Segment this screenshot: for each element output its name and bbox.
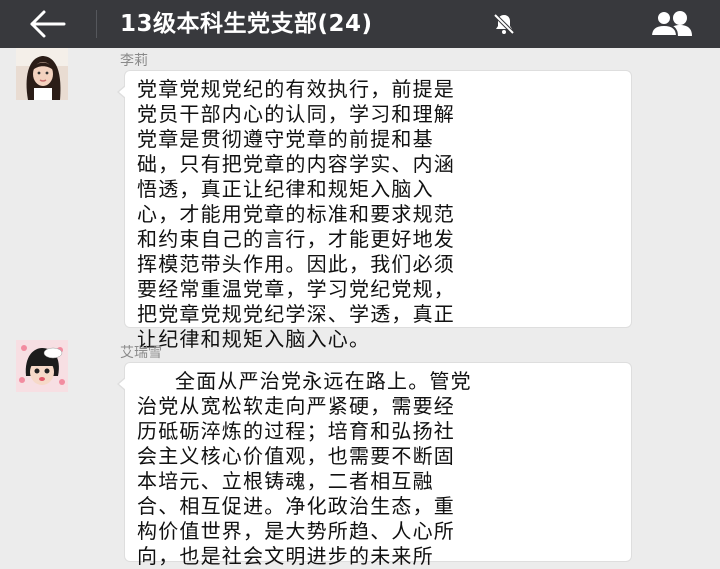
message-bubble[interactable]: 党章党规党纪的有效执行，前提是 党员干部内心的认同，学习和理解 党章是贯彻遵守党… <box>117 70 632 351</box>
group-members-button[interactable] <box>642 8 702 40</box>
message-line: 和约束自己的言行，才能更好地发 <box>137 227 455 251</box>
message-line: 党员干部内心的认同，学习和理解 <box>137 102 455 126</box>
group-members-icon <box>649 10 692 37</box>
message-line: 合、相互促进。净化政治生态，重 <box>137 494 455 518</box>
message-line: 础，只有把党章的内容学实、内涵 <box>137 152 455 176</box>
message-bubble[interactable]: 全面从严治党永远在路上。管党 治党从宽松软走向严紧硬，需要经 历砥砺淬炼的过程；… <box>117 362 632 568</box>
chat-header: 13级本科生党支部(24) <box>0 0 720 48</box>
header-divider <box>96 10 97 38</box>
message-line: 悟透，真正让纪律和规矩入脑入 <box>137 177 434 201</box>
back-button[interactable] <box>24 6 72 42</box>
message-line: 要经常重温党章，学习党纪党规， <box>137 277 455 301</box>
message-line: 构价值世界，是大势所趋、人心所 <box>137 519 455 543</box>
bell-muted-icon <box>492 12 516 36</box>
message-line: 心，才能用党章的标准和要求规范 <box>137 202 455 226</box>
message-line: 党章是贯彻遵守党章的前提和基 <box>137 127 434 151</box>
message-line: 把党章党规党纪学深、学透，真正 <box>137 302 455 326</box>
sender-name: 李莉 <box>120 53 148 69</box>
message-line: 历砥砺淬炼的过程；培育和弘扬社 <box>137 419 455 443</box>
message-line: 向，也是社会文明进步的未来所 <box>137 544 434 568</box>
message-line: 治党从宽松软走向严紧硬，需要经 <box>137 394 455 418</box>
chat-title: 13级本科生党支部(24) <box>120 11 373 37</box>
message-list[interactable]: 李莉 党章党规党纪的有效执行，前提是 党员干部内心的认同，学习和理解 党章是贯彻… <box>0 48 720 568</box>
sender-name: 艾瑞雪 <box>120 345 162 361</box>
user-photo-avatar[interactable] <box>16 48 68 100</box>
cartoon-girl-avatar[interactable] <box>16 340 68 392</box>
arrow-left-icon <box>30 10 66 38</box>
message-line: 党章党规党纪的有效执行，前提是 <box>137 77 455 101</box>
message-line: 让纪律和规矩入脑入心。 <box>137 327 371 351</box>
message-line: 挥模范带头作用。因此，我们必须 <box>137 252 455 276</box>
message-line: 本培元、立根铸魂，二者相互融 <box>137 469 434 493</box>
message-line: 全面从严治党永远在路上。管党 <box>175 369 472 393</box>
message-line: 会主义核心价值观，也需要不断固 <box>137 444 455 468</box>
